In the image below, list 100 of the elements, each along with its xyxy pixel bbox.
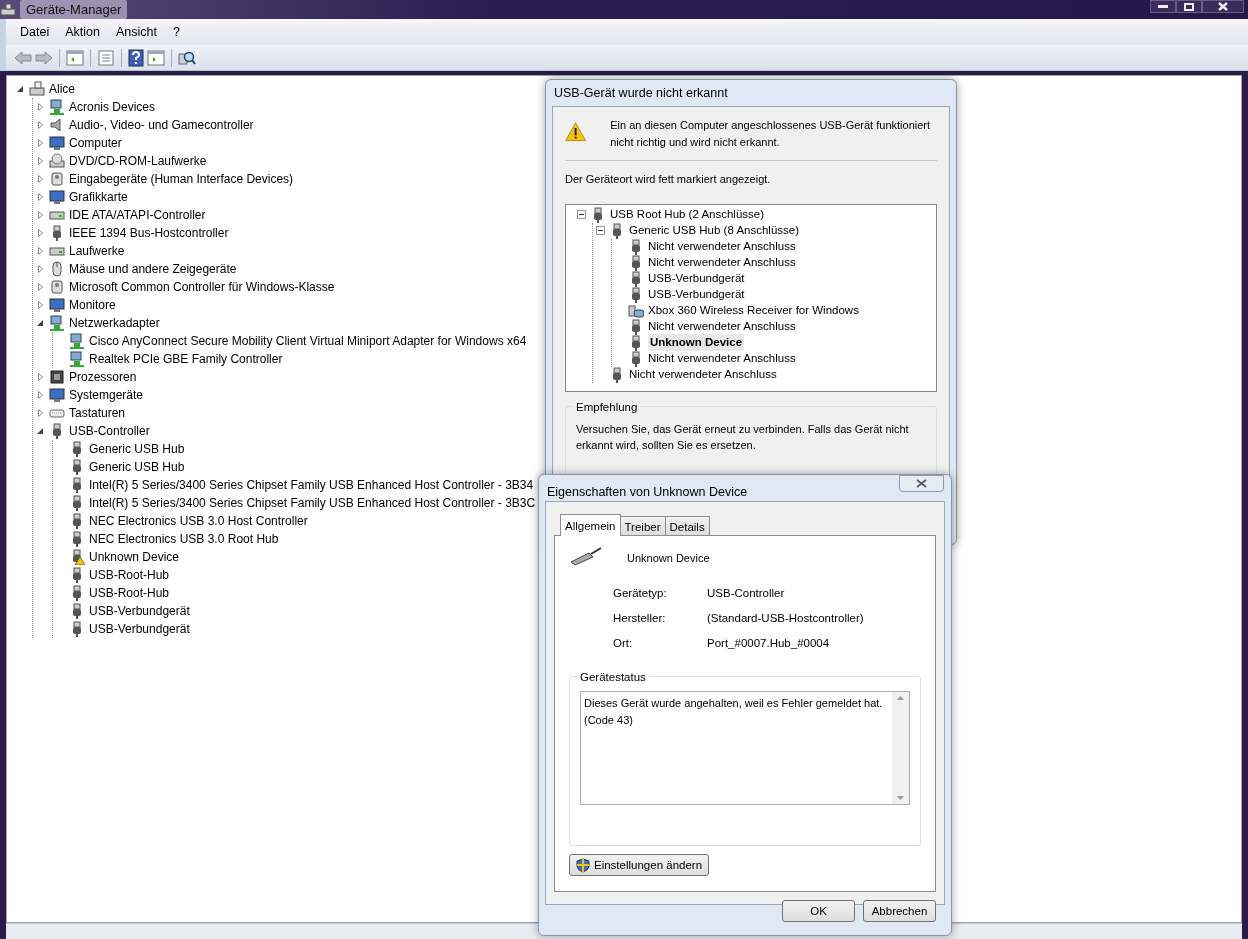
mouse-icon <box>49 261 65 277</box>
tree-item[interactable]: Generic USB Hub (8 Anschlüsse) <box>629 221 800 240</box>
tree-item[interactable]: Alice <box>49 80 75 98</box>
dialog-title: USB-Gerät wurde nicht erkannt <box>554 84 728 102</box>
collapsed-arrow-icon[interactable] <box>37 103 43 111</box>
status-text-box[interactable]: Dieses Gerät wurde angehalten, weil es Fehler gemeldet hat. (Code 43) <box>580 691 910 806</box>
tree-item[interactable]: Prozessoren <box>69 368 137 386</box>
tree-item[interactable]: Audio-, Video- und Gamecontroller <box>69 116 254 134</box>
collapsed-arrow-icon[interactable] <box>37 175 43 183</box>
device-icon <box>49 171 65 187</box>
tree-item[interactable]: Generic USB Hub <box>89 440 185 458</box>
panel-icon[interactable] <box>66 49 84 66</box>
tree-item[interactable]: IDE ATA/ATAPI-Controller <box>69 206 206 224</box>
close-button[interactable] <box>899 475 944 492</box>
tab[interactable]: Details <box>664 516 710 535</box>
monitor-icon <box>49 189 65 205</box>
collapse-icon[interactable] <box>595 226 605 235</box>
error-message: Ein an diesen Computer angeschlossenes USB-Gerät funktioniert nicht richtig und wird nicht erkannt. <box>610 118 932 150</box>
collapsed-arrow-icon[interactable] <box>37 301 43 309</box>
scan-hardware-icon[interactable] <box>178 49 196 66</box>
collapse-icon[interactable] <box>576 210 586 219</box>
tree-item[interactable]: USB-Verbundgerät <box>89 602 190 620</box>
status-line: Dieses Gerät wurde angehalten, weil es Fehler gemeldet hat. <box>584 696 884 712</box>
cancel-button[interactable]: Abbrechen <box>863 900 936 922</box>
tree-item[interactable]: IEEE 1394 Bus-Hostcontroller <box>69 224 229 242</box>
scroll-down-icon[interactable] <box>897 796 904 801</box>
tree-item[interactable]: Systemgeräte <box>69 386 144 404</box>
tree-item[interactable]: Acronis Devices <box>69 98 156 116</box>
collapsed-arrow-icon[interactable] <box>37 139 43 147</box>
collapsed-arrow-icon[interactable] <box>37 121 43 129</box>
tree-item[interactable]: Intel(R) 5 Series/3400 Series Chipset Family USB Enhanced Host Controller - 3B34 <box>89 476 534 494</box>
menu-item[interactable]: Ansicht <box>107 20 165 44</box>
collapsed-arrow-icon[interactable] <box>37 283 43 291</box>
tree-item[interactable]: Cisco AnyConnect Secure Mobility Client Virtual Miniport Adapter for Windows x64 <box>89 332 527 350</box>
tree-item[interactable]: Mäuse und andere Zeigegeräte <box>69 260 237 278</box>
properties-icon[interactable] <box>97 49 115 66</box>
tree-item[interactable]: Generic USB Hub <box>89 458 185 476</box>
tree-item[interactable]: Nicht verwendeter Anschluss <box>629 365 777 384</box>
tree-item[interactable]: Grafikkarte <box>69 188 128 206</box>
expanded-arrow-icon[interactable] <box>37 320 43 326</box>
help-icon[interactable] <box>128 48 144 67</box>
tree-item[interactable]: USB-Verbundgerät <box>648 285 745 304</box>
tree-item[interactable]: Nicht verwendeter Anschluss <box>648 317 796 336</box>
tree-item[interactable]: USB-Verbundgerät <box>89 620 190 638</box>
tree-item[interactable]: Computer <box>69 134 122 152</box>
disc-drive-icon <box>49 153 65 169</box>
collapsed-arrow-icon[interactable] <box>37 265 43 273</box>
collapsed-arrow-icon[interactable] <box>37 157 43 165</box>
tree-item[interactable]: Intel(R) 5 Series/3400 Series Chipset Family USB Enhanced Host Controller - 3B3C <box>89 494 536 512</box>
minimize-button[interactable] <box>1150 0 1176 13</box>
expanded-arrow-icon[interactable] <box>37 428 43 434</box>
tab[interactable]: Allgemein <box>560 514 621 536</box>
tree-item[interactable]: Unknown Device <box>648 333 745 352</box>
tree-item[interactable]: Monitore <box>69 296 116 314</box>
tree-item[interactable]: NEC Electronics USB 3.0 Host Controller <box>89 512 308 530</box>
computer-icon <box>29 81 45 97</box>
scrollbar[interactable] <box>892 692 909 805</box>
back-arrow-icon[interactable] <box>14 50 32 65</box>
tree-item[interactable]: USB-Root-Hub <box>89 584 170 602</box>
tree-item[interactable]: DVD/CD-ROM-Laufwerke <box>69 152 207 170</box>
expanded-arrow-icon[interactable] <box>17 86 23 92</box>
tree-item[interactable]: Eingabegeräte (Human Interface Devices) <box>69 170 294 188</box>
tree-item[interactable]: Laufwerke <box>69 242 125 260</box>
close-button[interactable] <box>1202 0 1244 13</box>
device-name: Unknown Device <box>627 551 710 566</box>
change-settings-button[interactable]: Einstellungen ändern <box>569 854 710 877</box>
tree-item[interactable]: NEC Electronics USB 3.0 Root Hub <box>89 530 279 548</box>
tree-item[interactable]: Xbox 360 Wireless Receiver for Windows <box>648 301 859 320</box>
ok-button[interactable]: OK <box>782 900 855 922</box>
tree-item[interactable]: USB-Verbundgerät <box>648 269 745 288</box>
collapsed-arrow-icon[interactable] <box>37 409 43 417</box>
collapsed-arrow-icon[interactable] <box>37 193 43 201</box>
collapsed-arrow-icon[interactable] <box>37 247 43 255</box>
tree-item[interactable]: Realtek PCIe GBE Family Controller <box>89 350 283 368</box>
forward-arrow-icon[interactable] <box>35 50 53 65</box>
dialog-title: Eigenschaften von Unknown Device <box>547 483 748 501</box>
menu-item[interactable]: Aktion <box>57 20 108 44</box>
field-value: (Standard-USB-Hostcontroller) <box>707 610 865 626</box>
tab[interactable]: Treiber <box>619 516 666 535</box>
collapsed-arrow-icon[interactable] <box>37 229 43 237</box>
tree-item[interactable]: Nicht verwendeter Anschluss <box>648 253 796 272</box>
tree-item[interactable]: USB Root Hub (2 Anschlüsse) <box>610 205 765 224</box>
tree-item[interactable]: USB-Controller <box>69 422 150 440</box>
monitor-icon <box>49 387 65 403</box>
scroll-up-icon[interactable] <box>897 696 904 701</box>
collapsed-arrow-icon[interactable] <box>37 211 43 219</box>
usb-plug-icon <box>569 546 603 566</box>
monitor-icon <box>49 297 65 313</box>
collapsed-arrow-icon[interactable] <box>37 391 43 399</box>
menu-item[interactable]: Datei <box>12 20 58 44</box>
tree-item[interactable]: Unknown Device <box>89 548 180 566</box>
tree-item[interactable]: Netzwerkadapter <box>69 314 160 332</box>
maximize-button[interactable] <box>1176 0 1202 13</box>
tree-item[interactable]: Tastaturen <box>69 404 126 422</box>
tree-item[interactable]: Microsoft Common Controller für Windows-Klasse <box>69 278 335 296</box>
menu-item[interactable]: ? <box>164 20 188 44</box>
tree-item[interactable]: Nicht verwendeter Anschluss <box>648 237 796 256</box>
tree-item[interactable]: USB-Root-Hub <box>89 566 170 584</box>
tree-item[interactable]: Nicht verwendeter Anschluss <box>648 349 796 368</box>
collapsed-arrow-icon[interactable] <box>37 373 43 381</box>
